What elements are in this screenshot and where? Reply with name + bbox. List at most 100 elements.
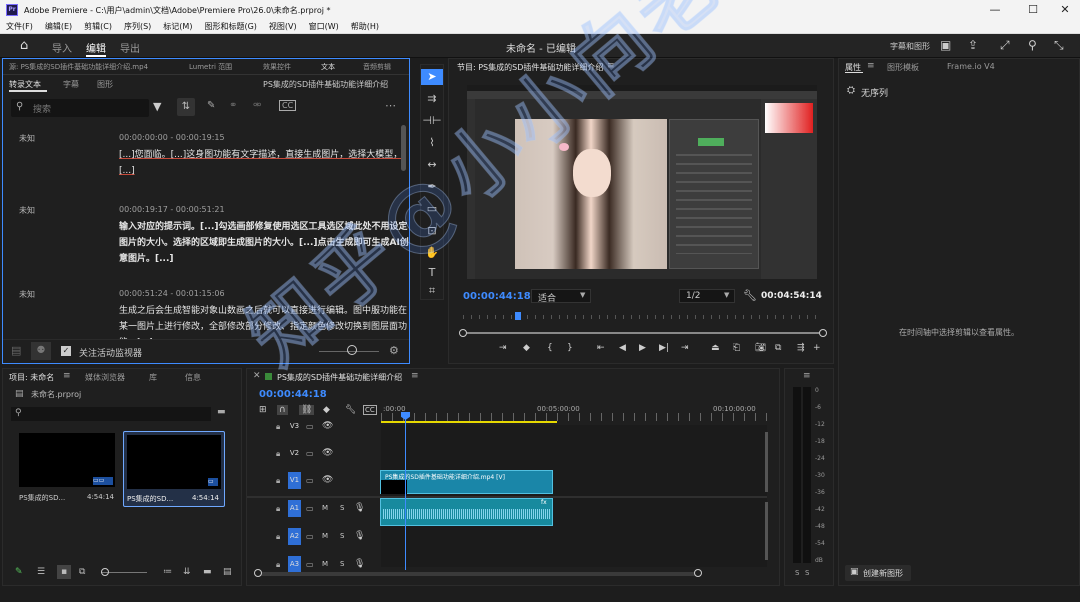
nest-icon[interactable]: ⊞ xyxy=(259,405,267,415)
subtab-captions[interactable]: 字幕 xyxy=(63,79,79,90)
menu-item-2[interactable]: 剪辑(C) xyxy=(78,21,118,32)
resolution-dropdown[interactable]: 1/2 ▼ xyxy=(679,289,735,303)
caption-track-icon[interactable]: ▤ xyxy=(11,344,21,357)
menu-item-4[interactable]: 标记(M) xyxy=(157,21,198,32)
add-button-icon[interactable]: + xyxy=(813,343,821,353)
tab-lumetri-scopes[interactable]: Lumetri 范围 xyxy=(189,62,232,72)
share-icon[interactable]: ⇪ xyxy=(968,38,978,52)
track-eye-icon[interactable]: 👁︎ xyxy=(322,448,333,458)
mark-in-icon[interactable]: ⇥ xyxy=(499,343,507,353)
track-solo[interactable]: S xyxy=(340,560,344,568)
program-scrub-bar[interactable] xyxy=(457,312,827,320)
edit-icon[interactable]: ✎ xyxy=(207,100,215,111)
create-graphic-button[interactable]: ▣ 创建新图形 xyxy=(845,565,911,581)
solo-right[interactable]: S xyxy=(805,569,809,577)
scrub-playhead[interactable] xyxy=(515,312,521,320)
slip-tool-icon[interactable]: ↔ xyxy=(421,157,443,173)
captions-icon[interactable]: CC xyxy=(279,100,297,111)
track-target-v3[interactable]: V3 xyxy=(288,418,301,435)
split-icon[interactable]: ⚮ xyxy=(253,100,261,111)
step-forward-icon[interactable]: ▶| xyxy=(659,343,669,353)
track-sync-icon[interactable]: ▭ xyxy=(306,504,314,513)
automate-icon[interactable]: ⇊ xyxy=(183,567,191,577)
track-lock-icon[interactable]: 🔒︎ xyxy=(276,532,280,542)
new-bin-icon[interactable]: ▬ xyxy=(217,407,226,417)
track-sync-icon[interactable]: ▭ xyxy=(306,422,314,431)
tab-audio-clip-mixer[interactable]: 音频剪辑 xyxy=(363,62,391,72)
track-mute[interactable]: M xyxy=(322,504,328,512)
search-icon[interactable]: ⚲ xyxy=(1028,38,1037,52)
track-sync-icon[interactable]: ▭ xyxy=(306,532,314,541)
linked-selection-icon[interactable]: ⛓ xyxy=(299,405,315,415)
meter-menu-icon[interactable]: ≡ xyxy=(803,371,811,381)
menu-item-0[interactable]: 文件(F) xyxy=(0,21,39,32)
track-target-v1[interactable]: V1 xyxy=(288,472,301,489)
track-lock-icon[interactable]: 🔒︎ xyxy=(276,560,280,570)
tab-frameio[interactable]: Frame.io V4 xyxy=(947,62,995,71)
program-menu-icon[interactable]: ≡ xyxy=(607,61,615,71)
fullscreen-icon[interactable]: ⤡ xyxy=(1054,38,1064,53)
track-eye-icon[interactable]: 👁︎ xyxy=(322,421,333,431)
mark-out-bracket-icon[interactable]: } xyxy=(567,343,573,353)
work-area-bar[interactable] xyxy=(381,421,557,423)
tab-source[interactable]: 源: PS集成的SD插件基础功能详细介绍.mp4 xyxy=(9,62,148,72)
time-ruler[interactable] xyxy=(381,413,767,421)
razor-tool-icon[interactable]: ⌇ xyxy=(421,135,443,151)
project-item-1[interactable]: ▭▭ PS集成的SD... 4:54:14 xyxy=(19,433,117,505)
caption-tool-icon[interactable]: ⌗ xyxy=(421,283,443,299)
transform-tool-icon[interactable]: ⊡ xyxy=(421,223,443,239)
timeline-scroll-handle-left[interactable] xyxy=(254,569,262,577)
project-item-2[interactable]: ▭ PS集成的SD... 4:54:14 xyxy=(123,431,225,507)
track-lock-icon[interactable]: 🔒︎ xyxy=(276,476,280,486)
tab-text[interactable]: 文本 xyxy=(321,62,335,72)
menu-item-7[interactable]: 窗口(W) xyxy=(303,21,345,32)
transcript-segment-2[interactable]: 未知 00:00:19:17 - 00:00:51:21 输入对应的提示词。[.… xyxy=(19,205,409,275)
transcript-search[interactable]: ⚲ 搜索 xyxy=(11,99,149,117)
menu-item-5[interactable]: 图形和标题(G) xyxy=(198,21,262,32)
subtab-transcript[interactable]: 转录文本 xyxy=(9,79,41,90)
tab-effect-controls[interactable]: 效果控件 xyxy=(263,62,291,72)
close-button[interactable]: ✕ xyxy=(1048,0,1080,20)
microphone-icon[interactable]: 🎙︎ xyxy=(354,503,365,513)
align-icon[interactable]: ⇅ xyxy=(177,98,195,116)
export-frame-icon[interactable]: 📷︎ xyxy=(755,343,766,353)
sort-icon[interactable]: ≔ xyxy=(163,567,172,577)
tab-media-browser[interactable]: 媒体浏览器 xyxy=(85,372,125,383)
track-select-tool-icon[interactable]: ⇉ xyxy=(421,91,443,107)
microphone-icon[interactable]: 🎙︎ xyxy=(354,531,365,541)
type-tool-icon[interactable]: T xyxy=(421,265,443,281)
ripple-edit-tool-icon[interactable]: ⊣⊢ xyxy=(421,113,443,129)
vertical-scroll-audio[interactable] xyxy=(765,502,768,560)
solo-left[interactable]: S xyxy=(795,569,799,577)
track-target-a1[interactable]: A1 xyxy=(288,500,301,517)
rectangle-tool-icon[interactable]: ▭ xyxy=(421,201,443,217)
menu-item-1[interactable]: 编辑(E) xyxy=(39,21,78,32)
project-search[interactable]: ⚲ xyxy=(11,407,211,421)
tab-import[interactable]: 导入 xyxy=(52,40,72,55)
timeline-title[interactable]: PS集成的SD插件基础功能详细介绍 xyxy=(277,372,402,383)
workspace-icon[interactable]: ▣ xyxy=(940,38,951,52)
menu-item-6[interactable]: 视图(V) xyxy=(263,21,303,32)
list-view-icon[interactable]: ☰ xyxy=(37,567,45,577)
play-icon[interactable]: ▶ xyxy=(639,343,646,353)
transcript-segment-3[interactable]: 未知 00:00:51:24 - 00:01:15:06 生成之后会生成智能对象… xyxy=(19,289,409,339)
button-editor-icon[interactable]: ⇶ xyxy=(797,343,805,353)
tab-export[interactable]: 导出 xyxy=(120,40,140,55)
selection-tool-icon[interactable]: ➤ xyxy=(421,69,443,85)
menu-item-8[interactable]: 帮助(H) xyxy=(345,21,385,32)
timeline-timecode[interactable]: 00:00:44:18 xyxy=(259,389,327,400)
quick-export-icon[interactable]: ⤢ xyxy=(1000,38,1010,53)
timeline-menu-icon[interactable]: ≡ xyxy=(411,371,419,381)
zoom-handle-left[interactable] xyxy=(459,329,467,337)
track-mute[interactable]: M xyxy=(322,560,328,568)
timeline-playhead[interactable] xyxy=(405,412,406,570)
mark-in-bracket-icon[interactable]: { xyxy=(547,343,553,353)
subtab-graphics[interactable]: 图形 xyxy=(97,79,113,90)
go-to-out-icon[interactable]: ⇥ xyxy=(681,343,689,353)
tab-graphic-templates[interactable]: 图形模板 xyxy=(887,62,919,73)
microphone-icon[interactable]: 🎙︎ xyxy=(354,559,365,569)
step-back-icon[interactable]: ◀ xyxy=(619,343,626,353)
follow-monitor-checkbox[interactable]: ✓ xyxy=(61,346,71,356)
track-eye-icon[interactable]: 👁︎ xyxy=(322,475,333,485)
snap-icon[interactable]: ∩ xyxy=(277,405,288,415)
